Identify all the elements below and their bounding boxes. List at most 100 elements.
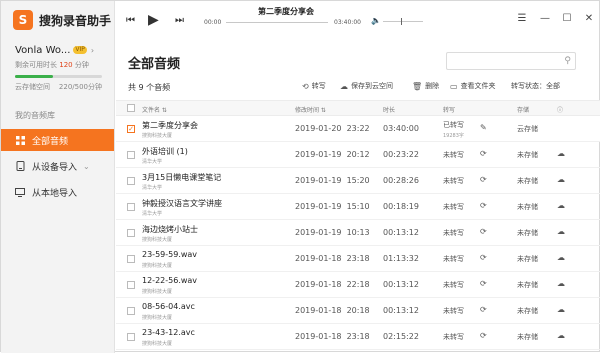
modified-time: 15:20 [346, 176, 370, 185]
file-name[interactable]: 12-22-56.wav [142, 276, 197, 285]
edit-icon[interactable]: ✎ [480, 123, 487, 132]
row-checkbox[interactable] [127, 281, 135, 289]
modified-date: 2019-01-18 20:18 [295, 306, 370, 315]
storage-status: 未存储 [517, 281, 538, 289]
volume-knob[interactable] [401, 18, 402, 25]
main-panel: ⏮ ▶ ⏭ 第二季度分享会 00:00 03:40:00 🔈 ☰ — ☐ ✕ 全… [116, 1, 600, 353]
sidebar-item-local-import[interactable]: 从本地导入 [1, 181, 114, 203]
play-button[interactable]: ▶ [148, 12, 159, 28]
table-row[interactable]: 3月15日懒电课堂笔记 清华大学 2019-01-19 15:20 00:28:26 未… [116, 168, 600, 194]
sync-icon[interactable]: ⟳ [480, 201, 487, 210]
usage-bar [15, 75, 102, 78]
table-row[interactable]: 外语培训 (1) 清华大学 2019-01-19 20:12 00:23:22 未转写 ⟳… [116, 142, 600, 168]
chevron-down-icon[interactable]: ⌄ [83, 162, 90, 171]
row-checkbox[interactable] [127, 151, 135, 159]
sync-icon[interactable]: ⟳ [480, 253, 487, 262]
sync-icon[interactable]: ⟳ [480, 227, 487, 236]
transcribe-status-filter[interactable]: 转写状态： 全部 [511, 81, 560, 91]
file-name[interactable]: 钟毅授汉语言文学讲座 [142, 198, 222, 209]
remaining-unit: 分钟 [74, 61, 89, 69]
previous-track-button[interactable]: ⏮ [126, 15, 135, 26]
cloud-upload-icon[interactable]: ☁ [557, 227, 565, 236]
search-input[interactable]: ⚲ [446, 52, 576, 70]
playback-progress-slider[interactable] [226, 22, 328, 23]
header-name[interactable]: 文件名 ⇅ [142, 105, 167, 114]
row-checkbox[interactable]: ✓ [127, 125, 135, 133]
volume-slider[interactable] [383, 21, 423, 22]
page-title: 全部音频 [128, 57, 181, 72]
modified-day: 2019-01-18 [295, 280, 342, 289]
cloud-upload-icon[interactable]: ☁ [557, 331, 565, 340]
row-checkbox[interactable] [127, 255, 135, 263]
transcribe-button[interactable]: ⟲ 转写 [302, 81, 326, 91]
file-name[interactable]: 第二季度分享会 [142, 120, 198, 131]
table-row[interactable]: 23-43-12.avc 搜狗科技大厦 2019-01-18 23:18 02:15:… [116, 324, 600, 350]
next-track-button[interactable]: ⏭ [175, 15, 184, 26]
minimize-button[interactable]: — [539, 13, 551, 24]
maximize-button[interactable]: ☐ [561, 13, 573, 24]
table-row[interactable]: 钟毅授汉语言文学讲座 清华大学 2019-01-19 15:10 00:18:19 未转… [116, 194, 600, 220]
open-folder-button[interactable]: ▭ 查看文件夹 [450, 81, 496, 91]
table-body: ✓ 第二季度分享会 搜狗科技大厦 2019-01-20 23:22 03:40:00 已转… [116, 116, 600, 350]
file-name[interactable]: 08-56-04.avc [142, 302, 195, 311]
modified-time: 23:18 [346, 254, 370, 263]
duration: 00:23:22 [383, 150, 419, 159]
cloud-upload-icon[interactable]: ☁ [557, 149, 565, 158]
help-icon[interactable]: ⓘ [557, 105, 563, 114]
file-name[interactable]: 23-43-12.avc [142, 328, 195, 337]
row-checkbox[interactable] [127, 333, 135, 341]
storage-status: 未存储 [517, 229, 538, 237]
menu-icon[interactable]: ☰ [516, 13, 528, 24]
file-location: 搜狗科技大厦 [142, 289, 173, 295]
row-checkbox[interactable] [127, 229, 135, 237]
cloud-upload-icon[interactable]: ☁ [557, 175, 565, 184]
sidebar-item-all-audio[interactable]: 全部音频 [1, 129, 114, 151]
table-row[interactable]: 23-59-59.wav 搜狗科技大厦 2019-01-18 23:18 01:13:… [116, 246, 600, 272]
file-name[interactable]: 外语培训 (1) [142, 146, 188, 157]
table-row[interactable]: 08-56-04.avc 搜狗科技大厦 2019-01-18 20:18 00:13:… [116, 298, 600, 324]
row-checkbox[interactable] [127, 307, 135, 315]
storage-label: 云存储空间 [15, 83, 50, 91]
header-transcribe: 转写 [443, 107, 456, 114]
modified-time: 20:18 [346, 306, 370, 315]
modified-day: 2019-01-19 [295, 176, 342, 185]
user-account[interactable]: Vonla Wo... VIP › [1, 43, 114, 57]
file-name[interactable]: 海边烧烤小站士 [142, 224, 198, 235]
table-row[interactable]: ✓ 第二季度分享会 搜狗科技大厦 2019-01-20 23:22 03:40:00 已转… [116, 116, 600, 142]
row-checkbox[interactable] [127, 177, 135, 185]
cloud-upload-icon[interactable]: ☁ [557, 253, 565, 262]
cloud-upload-icon[interactable]: ☁ [557, 201, 565, 210]
storage-status: 云存储 [517, 125, 538, 133]
file-name[interactable]: 23-59-59.wav [142, 250, 197, 259]
modified-date: 2019-01-19 10:13 [295, 228, 370, 237]
modified-time: 15:10 [346, 202, 370, 211]
row-checkbox[interactable] [127, 203, 135, 211]
close-button[interactable]: ✕ [583, 13, 595, 24]
cloud-upload-icon[interactable]: ☁ [557, 305, 565, 314]
library-section-label: 我的音频库 [15, 111, 55, 120]
chevron-right-icon[interactable]: › [91, 46, 94, 55]
table-row[interactable]: 12-22-56.wav 搜狗科技大厦 2019-01-18 22:18 00:13:… [116, 272, 600, 298]
brand: S 搜狗录音助手 [1, 1, 114, 39]
transcribe-status: 未转写 [443, 177, 464, 185]
header-modified[interactable]: 修改时间 ⇅ [295, 105, 326, 114]
cloud-upload-icon[interactable]: ☁ [557, 279, 565, 288]
sync-icon[interactable]: ⟳ [480, 331, 487, 340]
modified-time: 22:18 [346, 280, 370, 289]
modified-date: 2019-01-20 23:22 [295, 124, 370, 133]
volume-icon[interactable]: 🔈 [371, 16, 381, 25]
select-all-checkbox[interactable] [127, 104, 135, 112]
sync-icon[interactable]: ⟳ [480, 305, 487, 314]
vip-badge: VIP [73, 46, 87, 54]
sync-icon[interactable]: ⟳ [480, 175, 487, 184]
table-row[interactable]: 海边烧烤小站士 搜狗科技大厦 2019-01-19 10:13 00:13:12 未转写… [116, 220, 600, 246]
search-icon[interactable]: ⚲ [564, 56, 571, 66]
file-name[interactable]: 3月15日懒电课堂笔记 [142, 172, 221, 183]
save-to-cloud-button[interactable]: ☁ 保存到云空间 [340, 81, 393, 91]
sync-icon[interactable]: ⟳ [480, 149, 487, 158]
storage-value: 220/500分钟 [58, 83, 102, 91]
storage-status: 未存储 [517, 255, 538, 263]
sidebar-item-device-import[interactable]: 从设备导入 ⌄ [1, 155, 114, 177]
sync-icon[interactable]: ⟳ [480, 279, 487, 288]
delete-button[interactable]: 🗑 删除 [412, 81, 439, 91]
